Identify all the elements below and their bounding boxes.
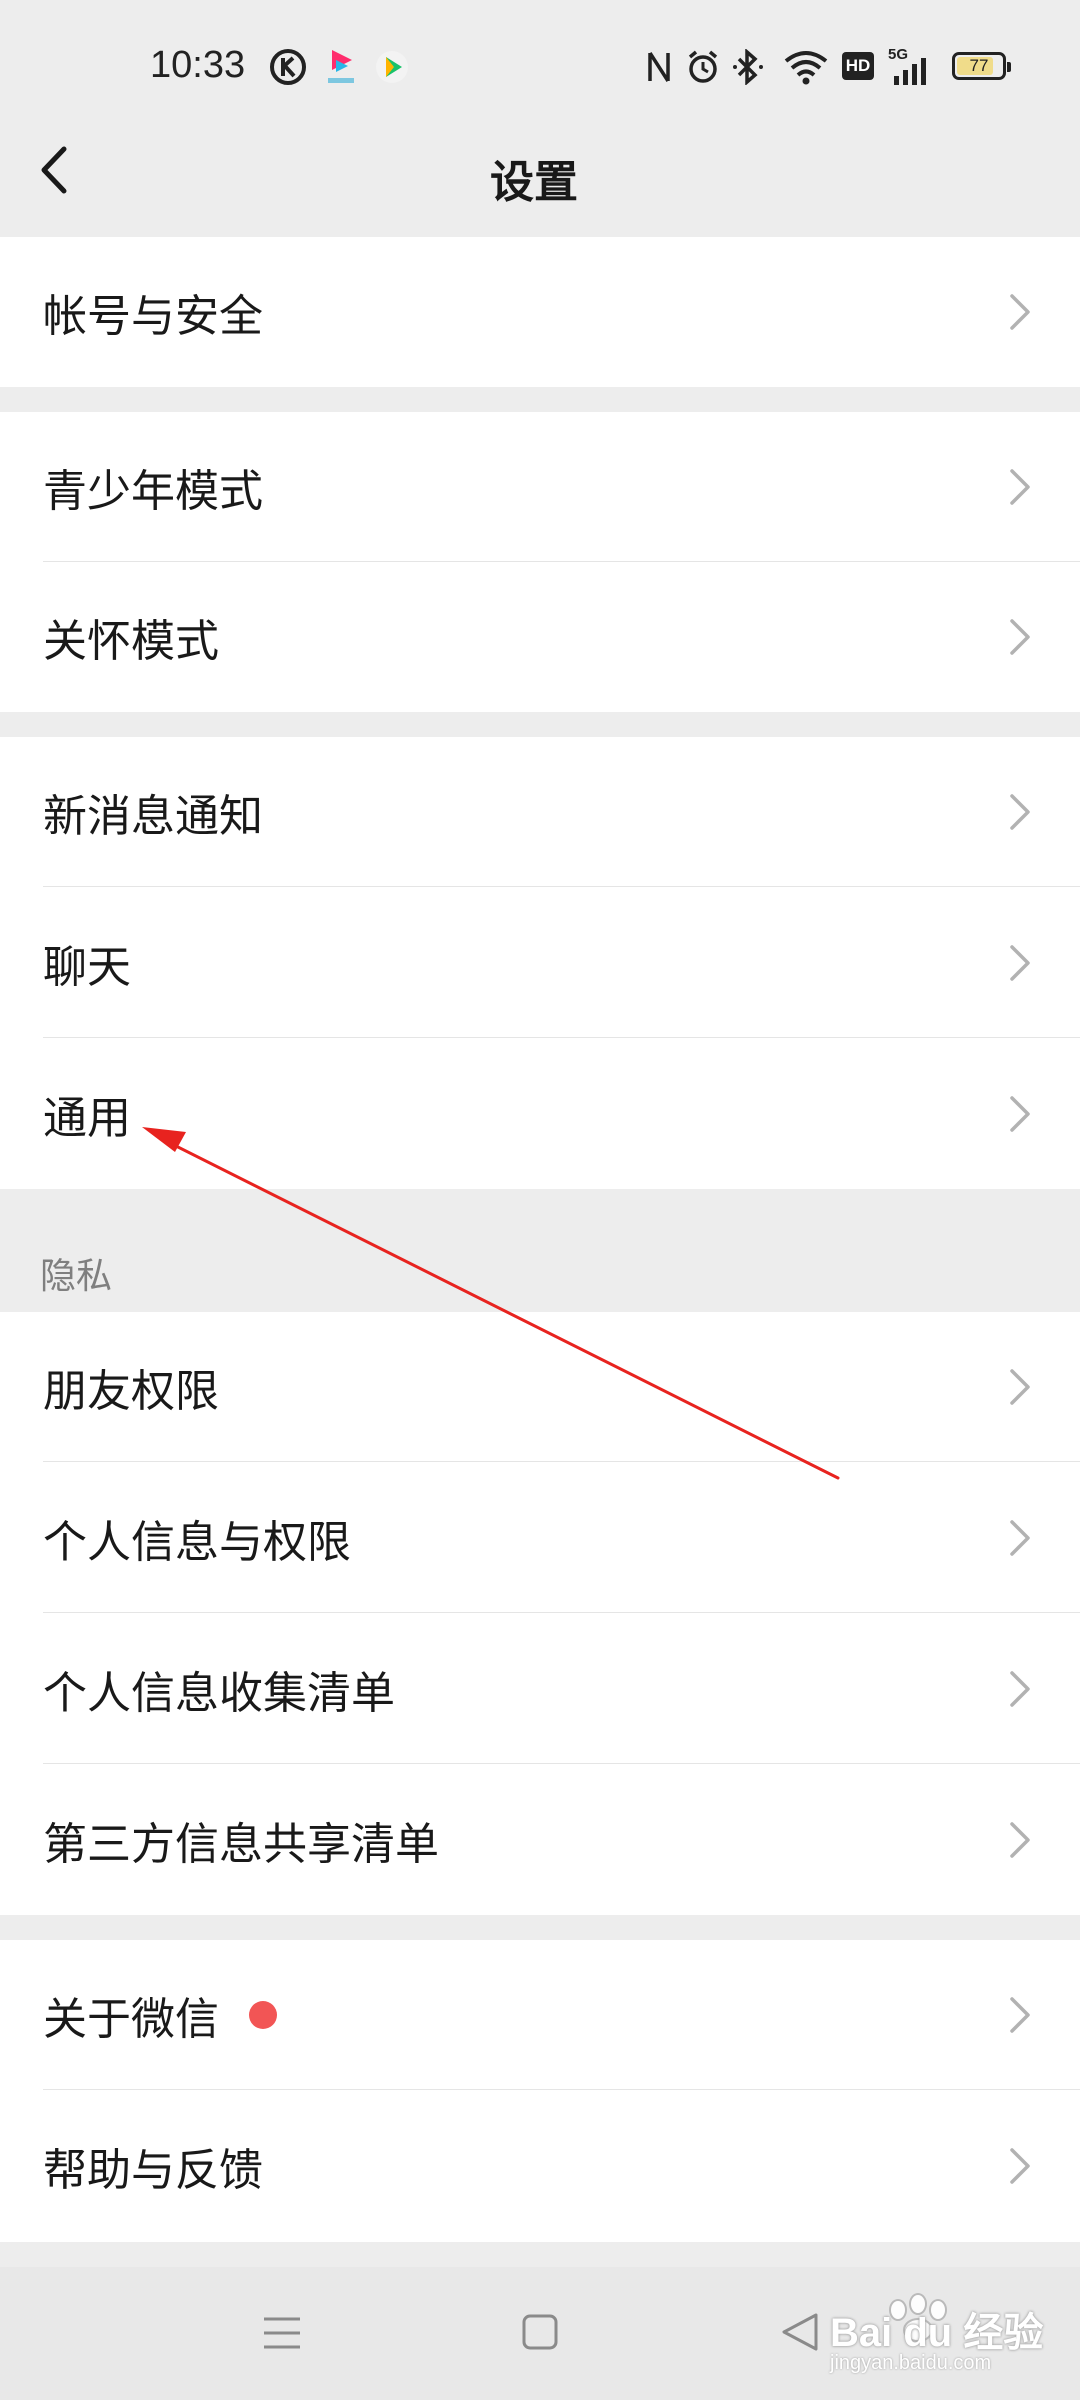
settings-row-personal-info-permissions[interactable]: 个人信息与权限 [0,1463,1080,1613]
hd-label: HD [845,56,871,75]
row-label: 关怀模式 [43,616,219,667]
chevron-right-icon [1010,1096,1030,1132]
k-app-icon [270,49,306,85]
row-label: 新消息通知 [43,791,263,842]
settings-group-about: 关于微信 帮助与反馈 [0,1940,1080,2242]
chevron-right-icon [1010,294,1030,330]
settings-row-friend-permissions[interactable]: 朋友权限 [0,1312,1080,1462]
page-title: 设置 [490,157,578,208]
watermark-text: Bai du 经验 [830,2311,1044,2355]
chevron-right-icon [1010,619,1030,655]
settings-row-account-security[interactable]: 帐号与安全 [0,237,1080,387]
signal-5g-icon: 5G [888,46,932,86]
settings-group-account: 帐号与安全 [0,237,1080,387]
status-bar: 10:33 HD 5G 77 [0,0,1080,135]
settings-row-notifications[interactable]: 新消息通知 [0,737,1080,887]
divider [43,1763,1080,1764]
status-time: 10:33 [150,44,246,86]
divider [43,1612,1080,1613]
battery-level: 77 [969,56,989,75]
divider [43,1037,1080,1038]
settings-row-third-party-sharing[interactable]: 第三方信息共享清单 [0,1765,1080,1915]
menu-icon[interactable] [262,2313,302,2353]
row-label: 青少年模式 [43,466,263,517]
row-label: 帮助与反馈 [43,2145,263,2196]
settings-group-messages: 新消息通知 聊天 通用 [0,737,1080,1189]
row-label: 通用 [43,1093,131,1144]
chevron-right-icon [1010,794,1030,830]
nfc-icon [648,52,670,82]
back-triangle-icon[interactable] [780,2311,820,2353]
play-app-icon [376,51,408,83]
chevron-right-icon [1010,1520,1030,1556]
settings-group-privacy: 朋友权限 个人信息与权限 个人信息收集清单 第三方信息共享清单 [0,1312,1080,1915]
hd-icon: HD [842,52,874,80]
row-label: 个人信息与权限 [43,1517,351,1568]
bluetooth-icon [733,49,763,85]
alarm-icon [688,50,718,83]
row-label: 朋友权限 [43,1366,219,1417]
home-square-icon[interactable] [521,2313,559,2351]
chevron-right-icon [1010,1671,1030,1707]
settings-row-general[interactable]: 通用 [0,1039,1080,1189]
wifi-icon [784,51,828,85]
settings-row-care-mode[interactable]: 关怀模式 [0,562,1080,712]
notification-badge [249,2001,277,2029]
chevron-right-icon [1010,1369,1030,1405]
settings-row-about-wechat[interactable]: 关于微信 [0,1940,1080,2090]
row-label: 聊天 [43,942,131,993]
row-label: 关于微信 [43,1994,219,2045]
divider [43,1461,1080,1462]
row-label: 第三方信息共享清单 [43,1819,439,1870]
chevron-right-icon [1010,945,1030,981]
divider [43,886,1080,887]
watermark-url: jingyan.baidu.com [830,2352,992,2374]
settings-group-modes: 青少年模式 关怀模式 [0,412,1080,712]
row-label: 个人信息收集清单 [43,1668,395,1719]
pink-app-icon [328,50,354,83]
settings-row-teen-mode[interactable]: 青少年模式 [0,412,1080,562]
settings-row-personal-info-collection[interactable]: 个人信息收集清单 [0,1614,1080,1764]
section-title-privacy: 隐私 [40,1256,113,1297]
chevron-right-icon [1010,469,1030,505]
settings-row-help-feedback[interactable]: 帮助与反馈 [0,2091,1080,2241]
chevron-right-icon [1010,1822,1030,1858]
chevron-right-icon [1010,1997,1030,2033]
chevron-right-icon [1010,2148,1030,2184]
settings-row-chat[interactable]: 聊天 [0,888,1080,1038]
row-label: 帐号与安全 [43,291,263,342]
battery-icon: 77 [952,52,1011,80]
divider [43,2089,1080,2090]
